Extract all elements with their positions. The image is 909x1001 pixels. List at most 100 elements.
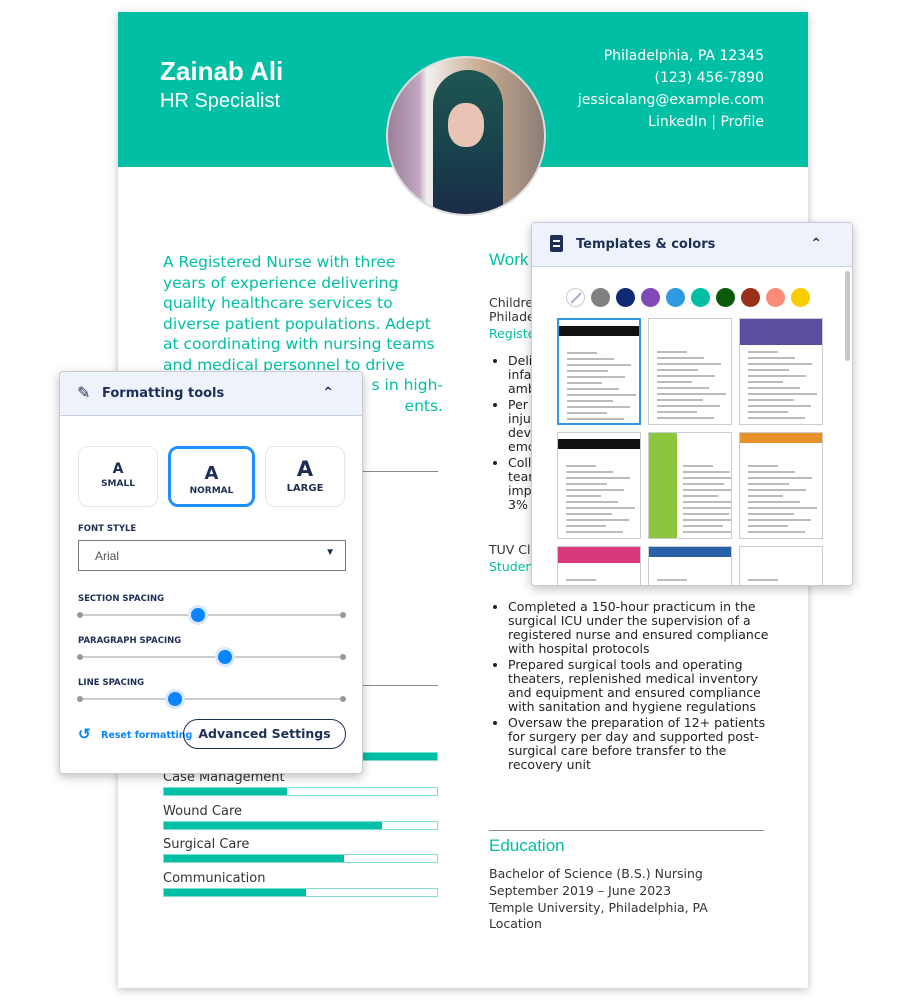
tools-icon: ✎ [77, 383, 91, 402]
linkedin-link[interactable]: LinkedIn [648, 114, 707, 130]
education-school[interactable]: Temple University, Philadelphia, PA [489, 901, 708, 915]
work-heading[interactable]: Work [489, 250, 528, 270]
template-line [748, 513, 794, 515]
font-style-value: Arial [95, 549, 120, 563]
template-line [567, 418, 624, 420]
skill-bar-fill [164, 822, 383, 829]
contact-phone[interactable]: (123) 456-7890 [655, 70, 765, 86]
chevron-up-icon[interactable]: ⌃ [322, 385, 334, 401]
template-line [657, 363, 721, 365]
size-option-large[interactable]: A LARGE [265, 446, 345, 507]
job1-employer[interactable]: Childre [489, 296, 533, 310]
document-icon [550, 235, 563, 252]
template-thumbnail[interactable] [648, 318, 732, 425]
contact-links[interactable]: LinkedIn | Profile [648, 114, 764, 130]
education-location[interactable]: Location [489, 917, 542, 931]
template-thumbnail[interactable] [557, 546, 641, 585]
education-dates[interactable]: September 2019 – June 2023 [489, 884, 671, 898]
template-line [748, 351, 778, 353]
scrollbar[interactable] [845, 271, 850, 361]
templates-panel: Templates & colors ⌃ [531, 222, 853, 586]
slider-thumb[interactable] [191, 608, 206, 622]
template-line [683, 495, 718, 497]
profile-photo[interactable] [386, 56, 546, 216]
reset-icon[interactable]: ↺ [78, 725, 91, 743]
skill-bar [163, 854, 438, 863]
template-line [748, 363, 812, 365]
template-line [657, 369, 698, 371]
template-line [683, 471, 730, 473]
color-swatch[interactable] [741, 288, 760, 307]
template-line [748, 519, 811, 521]
color-swatch[interactable] [716, 288, 735, 307]
color-swatch[interactable] [641, 288, 660, 307]
skill-label[interactable]: Communication [163, 871, 438, 886]
spacing-slider[interactable] [77, 692, 346, 706]
template-thumbnail[interactable] [739, 432, 823, 539]
color-swatch[interactable] [591, 288, 610, 307]
template-line [748, 471, 795, 473]
size-label: LARGE [286, 483, 324, 494]
education-degree[interactable]: Bachelor of Science (B.S.) Nursing [489, 867, 703, 881]
skill-bar-fill [164, 855, 345, 862]
size-option-normal[interactable]: A NORMAL [168, 446, 255, 507]
resume-name[interactable]: Zainab Ali [160, 56, 283, 87]
size-option-small[interactable]: A SMALL [78, 446, 158, 507]
job2-role[interactable]: Studen [489, 560, 533, 574]
job1-role[interactable]: Registe [489, 327, 535, 341]
summary-line: at coordinating with nursing teams [163, 335, 435, 353]
contact-address[interactable]: Philadelphia, PA 12345 [604, 48, 764, 64]
template-line [566, 513, 612, 515]
formatting-panel-title: Formatting tools [102, 386, 225, 401]
slider-thumb[interactable] [217, 650, 232, 664]
template-thumbnail[interactable] [648, 432, 732, 539]
color-swatch[interactable] [566, 288, 585, 307]
slider-thumb[interactable] [167, 692, 182, 706]
template-line [657, 381, 692, 383]
advanced-settings-button[interactable]: Advanced Settings [183, 719, 346, 749]
education-heading[interactable]: Education [489, 836, 565, 856]
reset-formatting-link[interactable]: Reset formatting [101, 730, 192, 741]
bullet: Oversaw the preparation of 12+ patients … [508, 716, 779, 772]
spacing-slider[interactable] [77, 608, 346, 622]
summary-line: years of experience delivering [163, 273, 399, 292]
color-swatch[interactable] [691, 288, 710, 307]
job2-employer[interactable]: TUV Cl [489, 543, 531, 557]
template-line [567, 394, 636, 396]
color-swatch[interactable] [766, 288, 785, 307]
template-line [683, 513, 729, 515]
color-swatch[interactable] [666, 288, 685, 307]
color-swatch[interactable] [791, 288, 810, 307]
profile-link[interactable]: Profile [720, 114, 764, 130]
summary-line: quality healthcare services to [163, 294, 393, 312]
template-thumbnail[interactable] [739, 546, 823, 585]
skill-label[interactable]: Wound Care [163, 804, 438, 819]
template-line [748, 477, 812, 479]
chevron-up-icon[interactable]: ⌃ [810, 236, 822, 252]
font-style-select[interactable]: Arial ▼ [78, 540, 346, 571]
slider-label: PARAGRAPH SPACING [78, 636, 182, 646]
template-line [567, 400, 613, 402]
spacing-slider[interactable] [77, 650, 346, 664]
template-thumbnail[interactable] [648, 546, 732, 585]
template-thumbnail[interactable] [557, 432, 641, 539]
template-line [566, 489, 624, 491]
templates-panel-header[interactable]: Templates & colors ⌃ [532, 223, 852, 267]
template-line [683, 465, 713, 467]
size-label: SMALL [101, 479, 135, 489]
template-line [748, 381, 783, 383]
template-line [748, 525, 788, 527]
template-thumbnail[interactable] [739, 318, 823, 425]
job1-location[interactable]: Philade [489, 310, 535, 324]
formatting-panel-header[interactable]: ✎ Formatting tools ⌃ [60, 372, 362, 416]
template-line [567, 406, 630, 408]
contact-email[interactable]: jessicalang@example.com [578, 92, 764, 108]
job2-bullets[interactable]: Completed a 150-hour practicum in the su… [489, 600, 779, 774]
skill-label[interactable]: Surgical Care [163, 837, 438, 852]
color-swatch[interactable] [616, 288, 635, 307]
template-thumbnail[interactable] [557, 318, 641, 425]
template-line [683, 501, 731, 503]
template-line [683, 483, 724, 485]
slider-min [77, 612, 83, 618]
resume-title[interactable]: HR Specialist [160, 90, 280, 113]
